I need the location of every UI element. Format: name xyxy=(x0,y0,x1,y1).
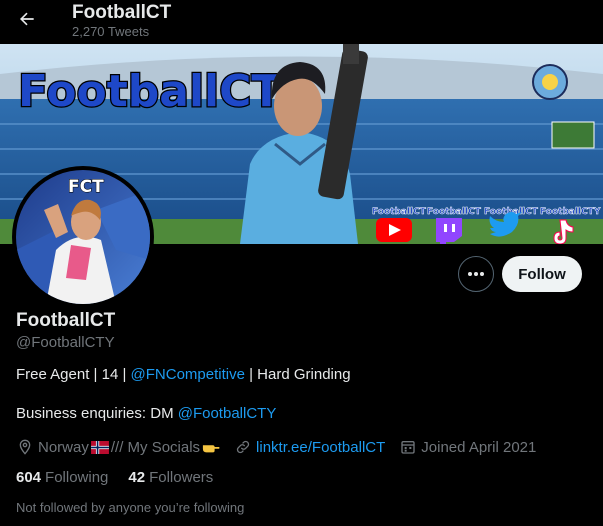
website-link[interactable]: linktr.ee/FootballCT xyxy=(256,439,385,456)
top-bar: FootballCT 2,270 Tweets xyxy=(0,0,603,44)
display-name: FootballCT xyxy=(16,310,116,331)
user-handle: @FootballCTY xyxy=(16,334,115,351)
tweet-count: 2,270 Tweets xyxy=(72,24,150,39)
mention-link[interactable]: @FootballCTY xyxy=(178,405,277,422)
mention-link[interactable]: @FNCompetitive xyxy=(131,366,245,383)
avatar-label: FCT xyxy=(68,177,104,197)
bio-line-2: Business enquiries: DM @FootballCTY xyxy=(16,405,277,422)
svg-text:FootballCT: FootballCT xyxy=(372,207,427,217)
profile-avatar[interactable]: FCT xyxy=(12,166,154,308)
page-title: FootballCT xyxy=(72,2,172,23)
following-link[interactable]: 604 Following xyxy=(16,469,108,486)
follow-stats: 604 Following 42 Followers xyxy=(16,469,213,486)
link-icon xyxy=(234,438,252,456)
club-crest-icon xyxy=(532,64,568,100)
norway-flag-icon xyxy=(90,440,109,454)
joined-date: Joined April 2021 xyxy=(421,438,537,456)
svg-text:FootballCT: FootballCT xyxy=(427,207,482,217)
youtube-icon xyxy=(376,218,412,242)
svg-text:FootballCTY: FootballCTY xyxy=(540,207,601,217)
location-icon xyxy=(16,438,34,456)
followers-link[interactable]: 42 Followers xyxy=(128,469,213,486)
pointing-hand-icon xyxy=(202,439,220,455)
arrow-left-icon xyxy=(20,12,34,26)
back-button[interactable] xyxy=(14,6,40,32)
avatar: FCT xyxy=(16,170,150,304)
banner-wordmark: FootballCT xyxy=(18,66,281,117)
not-followed-note: Not followed by anyone you’re following xyxy=(16,500,245,515)
bio-line-1: Free Agent | 14 | @FNCompetitive | Hard … xyxy=(16,366,351,383)
more-options-button[interactable] xyxy=(458,256,494,292)
follow-button[interactable]: Follow xyxy=(502,256,582,292)
more-horizontal-icon xyxy=(468,272,484,276)
location-text: Norway xyxy=(38,438,89,456)
calendar-icon xyxy=(399,438,417,456)
location-extra-text: /// My Socials xyxy=(110,438,201,456)
profile-meta: Norway /// My Socials linktr.ee/Football… xyxy=(16,436,536,458)
